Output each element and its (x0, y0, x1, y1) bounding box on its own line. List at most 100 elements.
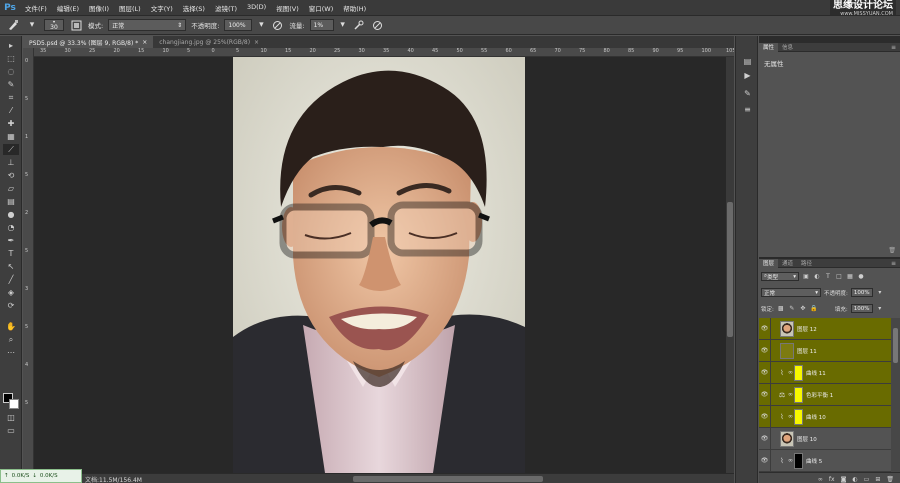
layer-row[interactable]: 👁 图层 12 (759, 318, 891, 340)
menu-item[interactable]: 图像(I) (84, 3, 114, 13)
lock-all-icon[interactable]: 🔒 (810, 305, 818, 313)
brush-panel-icon[interactable] (69, 18, 83, 32)
3d-tool-icon[interactable]: ◈ (3, 287, 19, 298)
lock-position-icon[interactable]: ✥ (799, 305, 807, 313)
move-tool-icon[interactable]: ▸ (3, 40, 19, 51)
menu-item[interactable]: 窗口(W) (304, 3, 339, 13)
filter-kind-select[interactable]: ⌕ 类型 ▾ (761, 272, 799, 281)
blur-tool-icon[interactable]: ● (3, 209, 19, 220)
menu-item[interactable]: 文字(Y) (146, 3, 178, 13)
blend-mode-select[interactable]: 正常 ▾ (761, 288, 821, 297)
menu-item[interactable]: 滤镜(T) (210, 3, 242, 13)
quick-mask-icon[interactable]: ◫ (3, 412, 19, 423)
brush-tool-icon[interactable]: ⟋ (3, 144, 19, 155)
layer-mask-thumbnail[interactable] (794, 408, 803, 425)
delete-layer-icon[interactable]: 🗑 (886, 476, 894, 483)
canvas-area[interactable] (34, 57, 726, 473)
visibility-eye-icon[interactable]: 👁 (759, 339, 771, 362)
link-layers-icon[interactable]: ∞ (818, 476, 823, 483)
layer-name[interactable]: 色彩平衡 1 (806, 391, 833, 399)
background-color-swatch[interactable] (9, 399, 19, 409)
layer-row[interactable]: 👁 ⚖ ∞ 色彩平衡 1 (759, 383, 891, 406)
tab-layers[interactable]: 图层 (759, 258, 779, 268)
tab-psd5[interactable]: PSD5.psd @ 33.3% (图层 9, RGB/8) * × (23, 36, 154, 48)
lock-pixels-icon[interactable]: ✎ (788, 305, 796, 313)
tab-info[interactable]: 信息 (778, 43, 797, 52)
fill-dropdown-icon[interactable]: ▾ (876, 305, 884, 313)
visibility-eye-icon[interactable]: 👁 (759, 318, 771, 340)
visibility-eye-icon[interactable]: 👁 (759, 405, 771, 428)
pen-tool-icon[interactable]: ✒ (3, 235, 19, 246)
actions-panel-icon[interactable]: ▶ (741, 70, 754, 81)
airbrush-icon[interactable] (352, 18, 366, 32)
layer-style-icon[interactable]: fx (829, 476, 835, 483)
gradient-tool-icon[interactable]: ▤ (3, 196, 19, 207)
layer-name[interactable]: 图层 10 (797, 435, 817, 443)
tab-changjiang[interactable]: changjiang.jpg @ 25%(RGB/8) × (153, 36, 265, 48)
layer-row[interactable]: 👁 图层 11 (759, 339, 891, 362)
layer-row[interactable]: 👁 ⌇ ∞ 曲线 10 (759, 405, 891, 428)
layer-thumbnail[interactable] (780, 430, 794, 447)
menu-item[interactable]: 3D(D) (242, 3, 271, 13)
opacity-dropdown-icon[interactable]: ▾ (257, 18, 265, 32)
layer-row[interactable]: 👁 ⌇ ∞ 曲线 11 (759, 361, 891, 384)
curves-icon[interactable]: ⌇ (777, 413, 787, 421)
menu-item[interactable]: 选择(S) (178, 3, 210, 13)
filter-smart-icon[interactable]: ▦ (846, 273, 854, 281)
curves-icon[interactable]: ⌇ (777, 369, 787, 377)
brush-presets-icon[interactable]: ✎ (741, 88, 754, 99)
visibility-eye-icon[interactable]: 👁 (759, 427, 771, 450)
healing-brush-tool-icon[interactable]: ✚ (3, 118, 19, 129)
history-panel-icon[interactable]: ▤ (741, 56, 754, 67)
brush-tool-icon[interactable] (6, 18, 20, 32)
path-select-tool-icon[interactable]: ↖ (3, 261, 19, 272)
ruler-tool-icon[interactable]: ▦ (3, 131, 19, 142)
panel-menu-icon[interactable]: ≡ (891, 260, 900, 267)
filter-toggle-icon[interactable]: ● (857, 273, 865, 281)
panel-menu-icon[interactable]: ≡ (891, 44, 900, 51)
visibility-eye-icon[interactable]: 👁 (759, 449, 771, 472)
extra-tool-icon[interactable]: ⋯ (3, 347, 19, 358)
screen-mode-icon[interactable]: ▭ (3, 425, 19, 436)
visibility-eye-icon[interactable]: 👁 (759, 361, 771, 384)
pressure-opacity-icon[interactable] (270, 18, 284, 32)
close-icon[interactable]: × (254, 39, 259, 46)
layer-opacity-field[interactable]: 100% (850, 288, 873, 297)
menu-item[interactable]: 帮助(H) (338, 3, 371, 13)
flow-field[interactable]: 1% (309, 19, 334, 31)
lock-transparency-icon[interactable]: ▩ (777, 305, 785, 313)
menu-item[interactable]: 编辑(E) (52, 3, 84, 13)
layer-thumbnail[interactable] (780, 342, 794, 359)
layer-row[interactable]: 👁 ⌇ ∞ 曲线 5 (759, 449, 891, 472)
crop-tool-icon[interactable]: ⌗ (3, 92, 19, 103)
tab-paths[interactable]: 路径 (797, 259, 816, 268)
3d-camera-tool-icon[interactable]: ⟳ (3, 300, 19, 311)
curves-icon[interactable]: ⌇ (777, 457, 787, 465)
flow-dropdown-icon[interactable]: ▾ (339, 18, 347, 32)
eyedropper-tool-icon[interactable]: ⁄ (3, 105, 19, 116)
scrollbar-thumb[interactable] (893, 328, 898, 363)
fill-field[interactable]: 100% (850, 304, 873, 313)
type-tool-icon[interactable]: T (3, 248, 19, 259)
layer-name[interactable]: 曲线 11 (806, 369, 826, 377)
pressure-size-icon[interactable] (371, 18, 385, 32)
quick-select-tool-icon[interactable]: ✎ (3, 79, 19, 90)
scrollbar-thumb[interactable] (727, 202, 733, 337)
layer-name[interactable]: 图层 11 (797, 347, 817, 355)
delete-icon[interactable]: 🗑 (888, 247, 896, 254)
clone-stamp-tool-icon[interactable]: ⊥ (3, 157, 19, 168)
opacity-field[interactable]: 100% (224, 19, 253, 31)
new-group-icon[interactable]: ▭ (864, 476, 870, 483)
mask-link-icon[interactable]: ∞ (787, 413, 794, 420)
mask-link-icon[interactable]: ∞ (787, 369, 794, 376)
mode-select[interactable]: 正常 ⇕ (108, 19, 187, 31)
dropdown-arrow-icon[interactable]: ▾ (25, 18, 39, 32)
dodge-tool-icon[interactable]: ◔ (3, 222, 19, 233)
opacity-dropdown-icon[interactable]: ▾ (876, 289, 884, 297)
brush-size-picker[interactable]: • 30 (44, 19, 64, 31)
layer-name[interactable]: 图层 12 (797, 325, 817, 333)
filter-pixel-icon[interactable]: ▣ (802, 273, 810, 281)
layer-row[interactable]: 👁 图层 10 (759, 427, 891, 450)
horizontal-scrollbar-thumb[interactable] (353, 476, 543, 482)
new-adjustment-icon[interactable]: ◐ (852, 476, 857, 483)
